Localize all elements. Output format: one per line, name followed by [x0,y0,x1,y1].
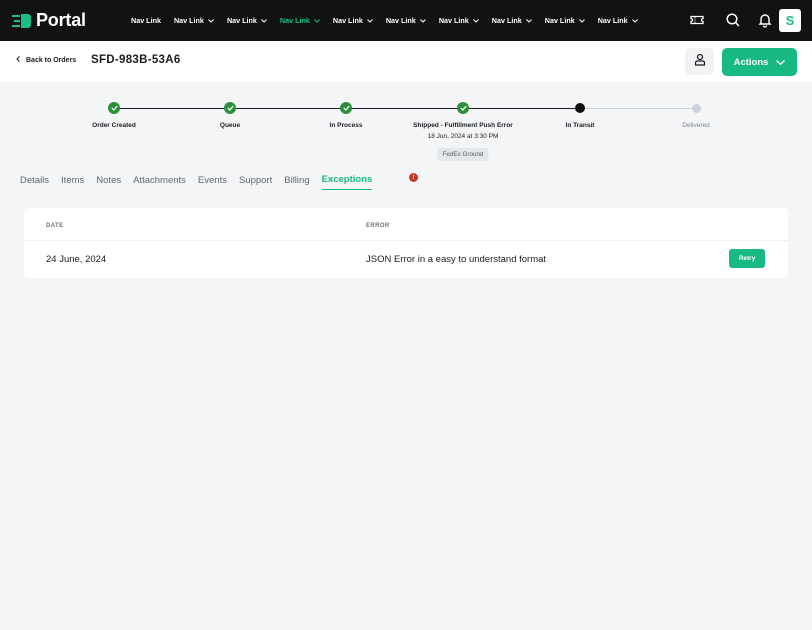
logo-mark-icon [12,13,31,28]
nav-link-8[interactable]: Nav Link [492,16,532,25]
step-label-delivered: Delivered [682,122,710,129]
step-label-order-created: Order Created [92,122,136,129]
nav-link-label: Nav Link [226,16,257,25]
step-label-queue: Queue [219,122,241,129]
actions-label: Actions [733,56,769,68]
step-check-icon [457,102,469,114]
order-header: Back to Orders SFD-983B-53A6 Actions [0,41,812,82]
order-status-stepper: Order Created Queue In Process Shipped -… [0,82,812,172]
progress-line-pending [580,108,696,109]
order-tabs: Details Items Notes Attachments Events S… [20,174,384,190]
step-pending-dot [692,104,701,113]
chevron-down-icon [578,16,585,25]
step-shipped-timestamp: 18 Jun, 2024 at 3:30 PM [427,133,499,140]
app-name: Portal [36,10,86,30]
chevron-down-icon [525,16,532,25]
chevron-down-icon [208,16,214,25]
tab-items[interactable]: Items [61,175,84,190]
tab-attachments[interactable]: Attachments [133,175,186,190]
nav-link-4-active[interactable]: Nav Link [280,16,320,25]
tab-notes[interactable]: Notes [96,175,121,190]
nav-link-9[interactable]: Nav Link [545,16,585,25]
step-check-icon [224,102,236,114]
ticket-icon[interactable] [689,12,705,28]
assign-user-button[interactable] [685,48,714,75]
column-header-error: ERROR [366,223,390,229]
tab-billing[interactable]: Billing [284,175,309,190]
step-label-shipped: Shipped - Fulfillment Push Error [413,122,513,129]
nav-link-label: Nav Link [597,16,628,25]
order-id-title: SFD-983B-53A6 [91,54,181,66]
nav-link-label: Nav Link [279,16,310,25]
bell-icon[interactable] [757,12,773,28]
step-check-icon [108,102,120,114]
nav-link-label: Nav Link [332,16,363,25]
nav-link-label: Nav Link [131,16,161,25]
carrier-badge: FedEx Ground [437,148,489,161]
chevron-down-icon [631,16,638,25]
user-icon [694,53,706,71]
nav-link-3[interactable]: Nav Link [227,16,267,25]
tab-details[interactable]: Details [20,175,49,190]
tab-events[interactable]: Events [198,175,227,190]
portal-logo[interactable]: Portal [12,10,86,31]
step-label-in-process: In Process [329,122,363,129]
chevron-down-icon [366,16,373,25]
step-current-dot [575,103,585,113]
chevron-down-icon [472,16,479,25]
table-divider [24,240,788,241]
chevron-left-icon [16,56,20,64]
search-icon[interactable] [725,12,741,28]
user-avatar[interactable]: S [779,9,801,32]
nav-link-label: Nav Link [385,16,416,25]
nav-link-5[interactable]: Nav Link [333,16,373,25]
nav-link-label: Nav Link [544,16,575,25]
top-actions: S [672,0,812,41]
back-to-orders-link[interactable]: Back to Orders [16,56,76,64]
main-nav: Nav Link Nav Link Nav Link Nav Link Nav … [131,0,651,41]
exceptions-alert-icon: ! [409,173,418,182]
chevron-down-icon [314,16,320,25]
back-label: Back to Orders [26,56,77,64]
nav-link-6[interactable]: Nav Link [386,16,426,25]
nav-link-2[interactable]: Nav Link [174,16,214,25]
exception-error: JSON Error in a easy to understand forma… [366,254,547,265]
nav-link-7[interactable]: Nav Link [439,16,479,25]
retry-button[interactable]: Retry [729,249,765,268]
exception-date: 24 June, 2024 [46,254,107,265]
chevron-down-icon [419,16,426,25]
chevron-down-icon [261,16,267,25]
nav-link-label: Nav Link [173,16,204,25]
step-label-in-transit: In Transit [565,122,595,129]
tab-support[interactable]: Support [239,175,272,190]
step-check-icon [340,102,352,114]
avatar-initial: S [785,13,795,28]
top-navigation-bar: Portal Nav Link Nav Link Nav Link Nav Li… [0,0,812,41]
nav-link-1[interactable]: Nav Link [131,16,161,25]
exceptions-table: DATE ERROR 24 June, 2024 JSON Error in a… [24,208,788,278]
nav-link-label: Nav Link [491,16,522,25]
column-header-date: DATE [46,223,64,229]
tab-exceptions[interactable]: Exceptions [321,174,373,190]
nav-link-10[interactable]: Nav Link [598,16,638,25]
nav-link-label: Nav Link [438,16,469,25]
actions-dropdown-button[interactable]: Actions [722,48,797,76]
chevron-down-icon [776,57,786,68]
